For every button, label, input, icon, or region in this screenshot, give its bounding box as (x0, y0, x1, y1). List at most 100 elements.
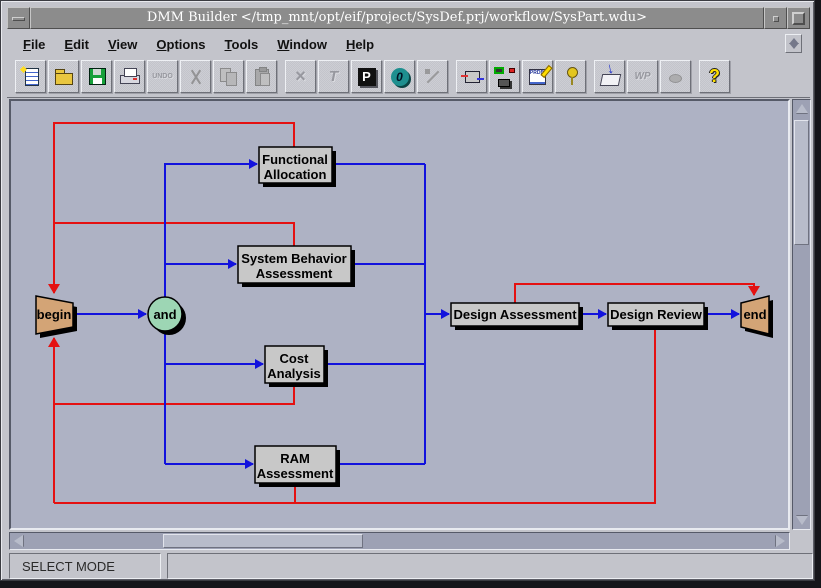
svg-text:RAM: RAM (280, 451, 310, 466)
mouse-tool-button (660, 60, 691, 93)
menu-file[interactable]: File (23, 37, 45, 52)
text-tool-icon: T (329, 68, 338, 85)
svg-text:Allocation: Allocation (264, 167, 327, 182)
vertical-scrollbar-thumb[interactable] (794, 120, 809, 245)
node-ram-assessment[interactable]: RAM Assessment (255, 446, 340, 487)
svg-text:Functional: Functional (262, 152, 328, 167)
svg-text:System Behavior: System Behavior (241, 251, 347, 266)
clipboard-icon (250, 65, 274, 89)
node-end[interactable]: end (741, 296, 773, 338)
status-mode-text: SELECT MODE (22, 559, 115, 574)
minimize-icon (773, 16, 779, 22)
window-stack-icon (493, 65, 517, 89)
word-processor-button: WP (627, 60, 658, 93)
menubar: File Edit View Options Tools Window Help (7, 31, 810, 57)
maximize-icon (792, 12, 805, 25)
undo-icon: UNDO (152, 73, 173, 80)
paste-button (246, 60, 277, 93)
feedback-from-cost-analysis[interactable] (54, 383, 294, 404)
process-tool-button[interactable]: P (351, 60, 382, 93)
window-stack-button[interactable] (489, 60, 520, 93)
copy-button (213, 60, 244, 93)
scroll-up-icon[interactable] (796, 104, 808, 113)
svg-text:Assessment: Assessment (256, 266, 333, 281)
open-file-button[interactable] (48, 60, 79, 93)
svg-text:begin: begin (37, 307, 72, 322)
svg-text:Assessment: Assessment (257, 466, 334, 481)
connector-icon (421, 65, 445, 89)
svg-text:Analysis: Analysis (267, 366, 320, 381)
workflow-canvas[interactable]: begin and Functional Allocation System B… (9, 99, 790, 530)
undo-button: UNDO (147, 60, 178, 93)
node-and-junction[interactable]: and (148, 297, 186, 335)
window-menu-icon (12, 17, 25, 21)
save-file-button[interactable] (81, 60, 112, 93)
node-begin[interactable]: begin (36, 296, 77, 338)
node-functional-allocation[interactable]: Functional Allocation (259, 147, 336, 187)
feedback-from-design-review[interactable] (54, 326, 655, 503)
printer-icon (118, 65, 142, 89)
scissors-icon (184, 65, 208, 89)
copy-icon (217, 65, 241, 89)
workflow-machine-button[interactable] (456, 60, 487, 93)
window-menu-button[interactable] (7, 7, 30, 29)
node-system-behavior-assessment[interactable]: System Behavior Assessment (238, 246, 355, 287)
new-document-icon (19, 65, 43, 89)
scroll-down-icon[interactable] (796, 516, 808, 525)
new-document-button[interactable] (15, 60, 46, 93)
svg-text:Design Review: Design Review (610, 307, 703, 322)
horizontal-scrollbar-thumb[interactable] (163, 534, 363, 548)
zero-tool-button[interactable]: 0 (384, 60, 415, 93)
window-title: DMM Builder </tmp_mnt/opt/eif/project/Sy… (30, 7, 764, 29)
help-button[interactable]: ? (699, 60, 730, 93)
print-button[interactable] (114, 60, 145, 93)
mouse-icon (664, 65, 688, 89)
connector-tool-button (417, 60, 448, 93)
menu-tools[interactable]: Tools (225, 37, 259, 52)
scroll-left-icon[interactable] (14, 535, 23, 547)
spinner-down-icon (789, 43, 799, 49)
feedback-to-system-behavior[interactable] (54, 223, 294, 246)
pushpin-button[interactable] (555, 60, 586, 93)
menu-window[interactable]: Window (277, 37, 327, 52)
status-mode-panel: SELECT MODE (9, 553, 161, 579)
node-cost-analysis[interactable]: Cost Analysis (265, 346, 328, 387)
toolbar: UNDO × T P 0 PRDB ↓ WP ? (7, 57, 810, 98)
scroll-right-icon[interactable] (776, 535, 785, 547)
text-label-button: T (318, 60, 349, 93)
import-arrow-icon: ↓ (598, 65, 622, 89)
svg-text:Cost: Cost (280, 351, 310, 366)
svg-text:end: end (743, 307, 766, 322)
minimize-button[interactable] (764, 7, 787, 29)
svg-text:Design Assessment: Design Assessment (453, 307, 577, 322)
prdb-editor-button[interactable]: PRDB (522, 60, 553, 93)
menu-options[interactable]: Options (156, 37, 205, 52)
workflow-diagram: begin and Functional Allocation System B… (11, 101, 788, 528)
menu-edit[interactable]: Edit (64, 37, 89, 52)
import-drop-button[interactable]: ↓ (594, 60, 625, 93)
svg-text:and: and (153, 307, 176, 322)
menu-view[interactable]: View (108, 37, 137, 52)
save-floppy-icon (85, 65, 109, 89)
app-window: DMM Builder </tmp_mnt/opt/eif/project/Sy… (0, 0, 815, 581)
zero-circle-icon: 0 (388, 65, 412, 89)
menu-help[interactable]: Help (346, 37, 374, 52)
node-design-review[interactable]: Design Review (608, 303, 708, 330)
scrollbar-corner (792, 532, 811, 550)
node-design-assessment[interactable]: Design Assessment (451, 303, 583, 330)
status-message-panel (167, 553, 813, 579)
feedback-design-assessment-to-end[interactable] (515, 284, 754, 303)
help-question-icon: ? (709, 66, 720, 87)
maximize-button[interactable] (787, 7, 810, 29)
pushpin-icon (559, 65, 583, 89)
prdb-pencil-icon: PRDB (526, 65, 550, 89)
vertical-scrollbar[interactable] (792, 99, 811, 530)
p-block-icon: P (355, 65, 379, 89)
titlebar: DMM Builder </tmp_mnt/opt/eif/project/Sy… (7, 7, 810, 29)
delete-button: × (285, 60, 316, 93)
menubar-spinner[interactable] (785, 34, 802, 53)
wp-icon: WP (634, 71, 650, 82)
delete-x-icon: × (295, 66, 306, 87)
horizontal-scrollbar[interactable] (9, 532, 790, 550)
machine-icon (460, 65, 484, 89)
